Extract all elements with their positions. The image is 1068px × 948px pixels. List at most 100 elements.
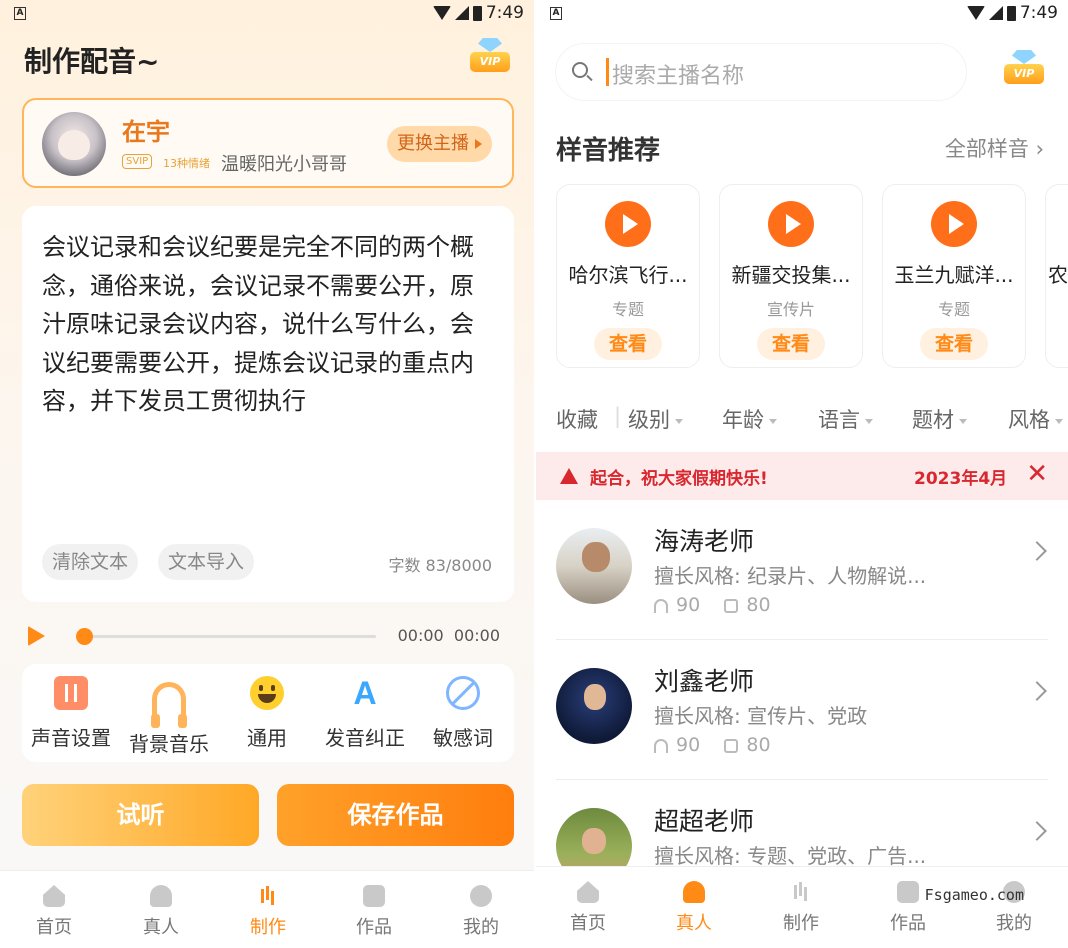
signal-icon bbox=[988, 6, 1003, 20]
sample-name: 新疆交投集... bbox=[731, 263, 851, 287]
notice-message: 起合，祝大家假期快乐! bbox=[590, 469, 768, 489]
face-icon bbox=[470, 885, 492, 907]
tab-make[interactable]: 制作 bbox=[218, 885, 318, 939]
filter-topic[interactable]: 题材 bbox=[912, 404, 967, 434]
all-samples-link[interactable]: 全部样音 › bbox=[945, 133, 1044, 163]
headphones-icon bbox=[151, 682, 187, 728]
tab-real-person[interactable]: 真人 bbox=[644, 881, 744, 935]
person-icon bbox=[150, 885, 172, 907]
anchor-name: 超超老师 bbox=[654, 807, 755, 836]
person-icon bbox=[683, 881, 705, 903]
listen-count: 90 bbox=[676, 594, 701, 616]
play-circle-icon[interactable] bbox=[605, 201, 651, 247]
view-button[interactable]: 查看 bbox=[920, 328, 988, 360]
filter-favorites[interactable]: 收藏 bbox=[556, 404, 598, 434]
battery-icon bbox=[472, 5, 482, 21]
anchor-list-item[interactable]: 海涛老师 擅长风格: 纪录片、人物解说... 90 80 bbox=[536, 500, 1068, 640]
sample-type: 宣传片 bbox=[766, 300, 815, 319]
progress-track[interactable] bbox=[84, 635, 376, 638]
tab-label: 真人 bbox=[143, 917, 179, 938]
tab-label: 真人 bbox=[676, 913, 712, 934]
selected-anchor-card[interactable]: 在宇 SVIP 13种情绪 温暖阳光小哥哥 更换主播 bbox=[22, 98, 514, 188]
section-title: 样音推荐 bbox=[556, 136, 661, 166]
anchor-stats: 90 80 bbox=[654, 734, 771, 756]
sensitive-words-tool[interactable]: 敏感词 bbox=[414, 676, 512, 751]
tab-works[interactable]: 作品 bbox=[324, 885, 424, 939]
anchor-name: 刘鑫老师 bbox=[654, 667, 755, 696]
sample-type: 专题 bbox=[611, 300, 644, 319]
script-text[interactable]: 会议记录和会议纪要是完全不同的两个概念，通俗来说，会议记录不需要公开，原汁原味记… bbox=[42, 228, 494, 421]
warning-icon bbox=[560, 468, 578, 484]
home-icon bbox=[43, 885, 65, 907]
search-input[interactable]: 搜索主播名称 bbox=[612, 58, 744, 90]
view-button[interactable]: 查看 bbox=[594, 328, 662, 360]
vip-icon[interactable]: VIP bbox=[468, 38, 512, 78]
sim-icon: A bbox=[14, 7, 26, 20]
filter-style[interactable]: 风格 bbox=[1008, 404, 1063, 434]
save-work-button[interactable]: 保存作品 bbox=[277, 784, 514, 846]
play-icon[interactable] bbox=[28, 626, 45, 646]
tool-label: 发音纠正 bbox=[325, 726, 405, 750]
listen-button[interactable]: 试听 bbox=[22, 784, 259, 846]
anchor-list-item[interactable]: 刘鑫老师 擅长风格: 宣传片、党政 90 80 bbox=[536, 640, 1068, 780]
make-dub-screen: A 7:49 制作配音~ VIP 在宇 SVIP 13种情绪 温暖阳光小哥哥 更… bbox=[0, 0, 534, 948]
voice-settings-tool[interactable]: 声音设置 bbox=[22, 676, 120, 751]
anchor-style: 擅长风格: 宣传片、党政 bbox=[654, 704, 868, 728]
work-count: 80 bbox=[746, 734, 771, 756]
listen-count: 90 bbox=[676, 734, 701, 756]
play-small-icon bbox=[475, 139, 482, 149]
view-button[interactable]: 查看 bbox=[757, 328, 825, 360]
document-icon bbox=[724, 738, 739, 753]
tab-home[interactable]: 首页 bbox=[4, 885, 104, 939]
sample-card-partial[interactable]: 农 bbox=[1045, 184, 1068, 368]
smile-icon bbox=[250, 676, 284, 710]
filter-level[interactable]: 级别 bbox=[628, 404, 683, 434]
search-icon bbox=[572, 62, 588, 78]
change-anchor-button[interactable]: 更换主播 bbox=[387, 126, 492, 162]
general-tool[interactable]: 通用 bbox=[218, 676, 316, 751]
filter-language[interactable]: 语言 bbox=[818, 404, 873, 434]
tab-label: 我的 bbox=[996, 913, 1032, 934]
pronunciation-tool[interactable]: A 发音纠正 bbox=[316, 676, 414, 751]
sample-card[interactable]: 玉兰九赋洋... 专题 查看 bbox=[882, 184, 1026, 368]
sample-type: 专题 bbox=[937, 300, 970, 319]
wifi-icon bbox=[432, 6, 451, 20]
tab-make[interactable]: 制作 bbox=[751, 881, 851, 935]
import-text-button[interactable]: 文本导入 bbox=[158, 544, 255, 580]
vip-icon[interactable]: VIP bbox=[1002, 50, 1046, 90]
sample-name: 哈尔滨飞行... bbox=[568, 263, 688, 287]
status-bar: A 7:49 bbox=[0, 0, 534, 28]
sample-card[interactable]: 哈尔滨飞行... 专题 查看 bbox=[556, 184, 700, 368]
tab-home[interactable]: 首页 bbox=[538, 881, 638, 935]
sample-card[interactable]: 新疆交投集... 宣传片 查看 bbox=[719, 184, 863, 368]
clear-text-button[interactable]: 清除文本 bbox=[42, 544, 139, 580]
background-music-tool[interactable]: 背景音乐 bbox=[120, 676, 218, 757]
bottom-tab-bar: 首页 真人 制作 作品 我的 bbox=[536, 866, 1068, 948]
change-anchor-label: 更换主播 bbox=[397, 133, 469, 154]
text-cursor bbox=[606, 58, 609, 86]
chevron-right-icon bbox=[1027, 681, 1047, 701]
play-circle-icon[interactable] bbox=[768, 201, 814, 247]
script-editor[interactable]: 会议记录和会议纪要是完全不同的两个概念，通俗来说，会议记录不需要公开，原汁原味记… bbox=[22, 206, 514, 602]
anchor-avatar bbox=[42, 112, 106, 176]
progress-knob[interactable] bbox=[76, 628, 93, 645]
tool-label: 通用 bbox=[247, 726, 287, 750]
close-icon[interactable]: ✕ bbox=[1026, 460, 1048, 488]
tool-label: 声音设置 bbox=[31, 726, 111, 750]
filter-age[interactable]: 年龄 bbox=[722, 404, 777, 434]
tab-real-person[interactable]: 真人 bbox=[111, 885, 211, 939]
char-count: 字数 83/8000 bbox=[388, 556, 492, 575]
tab-mine[interactable]: 我的 bbox=[431, 885, 531, 939]
letter-a-icon: A bbox=[353, 675, 377, 711]
tool-label: 敏感词 bbox=[433, 726, 493, 750]
sample-carousel[interactable]: 哈尔滨飞行... 专题 查看 新疆交投集... 宣传片 查看 玉兰九赋洋... … bbox=[556, 184, 1068, 370]
real-person-screen: A 7:49 搜索主播名称 VIP 样音推荐 全部样音 › 哈尔滨飞行... 专… bbox=[536, 0, 1068, 948]
document-icon bbox=[724, 598, 739, 613]
avatar bbox=[556, 668, 632, 744]
tab-label: 作品 bbox=[890, 913, 926, 934]
notice-banner: 起合，祝大家假期快乐! 2023年4月2 ✕ bbox=[536, 452, 1068, 500]
status-time: 7:49 bbox=[485, 3, 524, 23]
play-circle-icon[interactable] bbox=[931, 201, 977, 247]
search-bar[interactable]: 搜索主播名称 bbox=[556, 44, 966, 100]
chevron-right-icon: › bbox=[1035, 137, 1044, 161]
